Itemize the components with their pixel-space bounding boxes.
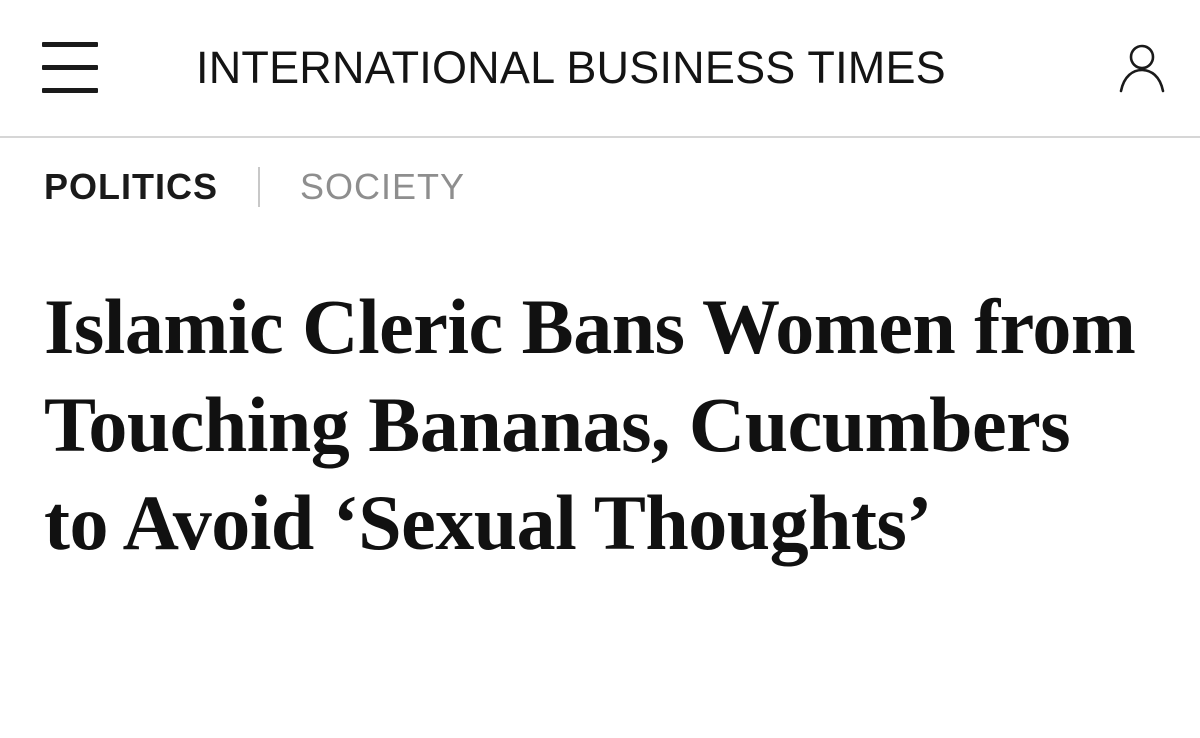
category-breadcrumb: POLITICS SOCIETY (44, 162, 465, 212)
site-title[interactable]: INTERNATIONAL BUSINESS TIMES (196, 40, 946, 96)
category-divider (258, 167, 261, 207)
hamburger-menu-icon[interactable] (42, 40, 100, 96)
category-society-link[interactable]: SOCIETY (300, 166, 465, 208)
user-account-icon[interactable] (1118, 42, 1166, 94)
site-header: INTERNATIONAL BUSINESS TIMES (0, 0, 1200, 138)
menu-bar-middle (42, 65, 98, 70)
category-politics-link[interactable]: POLITICS (44, 166, 218, 208)
menu-bar-bottom (42, 88, 98, 93)
menu-bar-top (42, 42, 98, 47)
article-headline[interactable]: Islamic Cleric Bans Women from Touching … (44, 278, 1144, 572)
